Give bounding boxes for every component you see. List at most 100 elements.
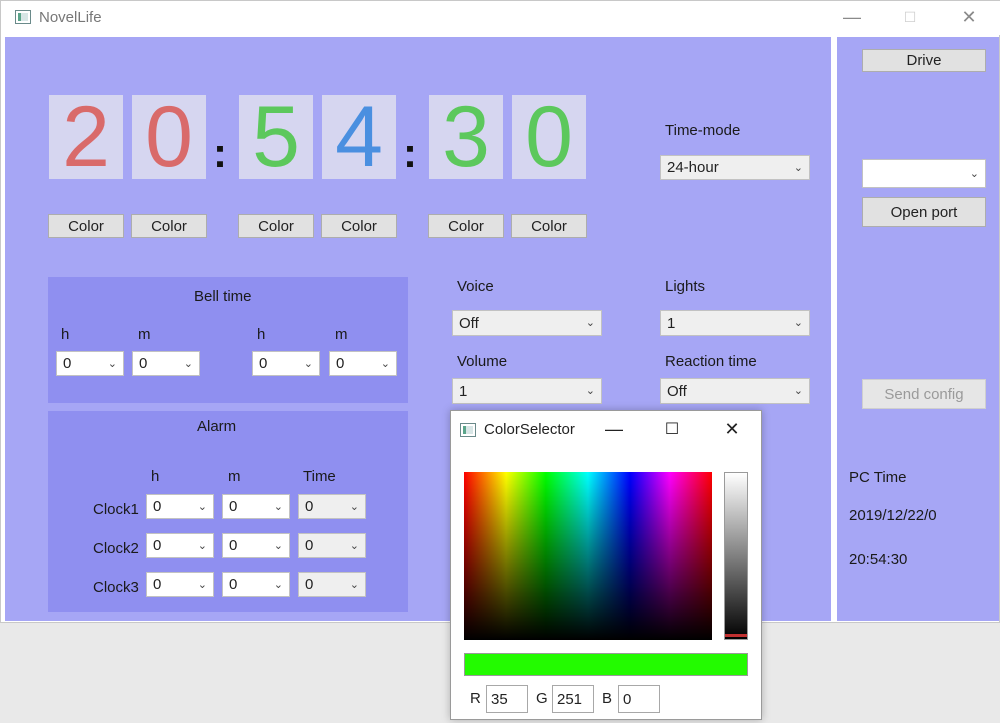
pc-time-value: 20:54:30 xyxy=(849,551,908,568)
digit-second-ones: 0 xyxy=(512,94,586,180)
time-mode-label: Time-mode xyxy=(665,122,741,139)
alarm-col-h: h xyxy=(151,468,160,485)
alarm-clock1-h-value: 0 xyxy=(153,498,162,515)
alarm-col-m: m xyxy=(228,468,241,485)
alarm-clock2-time-select[interactable]: 0 ⌄ xyxy=(298,533,366,558)
lights-label: Lights xyxy=(665,278,706,295)
maximize-icon[interactable]: ☐ xyxy=(895,5,925,29)
chevron-down-icon: ⌄ xyxy=(349,500,359,513)
send-config-button[interactable]: Send config xyxy=(862,379,986,409)
alarm-row-label: Clock2 xyxy=(93,540,139,557)
alarm-clock2-h-select[interactable]: 0 ⌄ xyxy=(146,533,214,558)
color-button-minute-ones[interactable]: Color xyxy=(321,214,397,238)
color-preview-swatch xyxy=(464,653,748,676)
color-button-second-ones[interactable]: Color xyxy=(511,214,587,238)
color-button-minute-tens[interactable]: Color xyxy=(238,214,314,238)
bell-h1-select[interactable]: 0 ⌄ xyxy=(56,351,124,376)
volume-select[interactable]: 1 ⌄ xyxy=(452,378,602,404)
alarm-title: Alarm xyxy=(197,418,237,435)
minimize-icon[interactable]: — xyxy=(599,417,629,441)
time-separator: : xyxy=(213,129,227,176)
minimize-icon[interactable]: — xyxy=(837,5,867,29)
maximize-icon[interactable]: ☐ xyxy=(657,417,687,441)
bell-m1-label: m xyxy=(138,326,151,343)
alarm-clock3-m-select[interactable]: 0 ⌄ xyxy=(222,572,290,597)
b-input[interactable]: 0 xyxy=(618,685,660,713)
chevron-down-icon: ⌄ xyxy=(380,357,390,370)
r-input[interactable]: 35 xyxy=(486,685,528,713)
port-select[interactable]: ⌄ xyxy=(862,159,986,188)
bell-m2-select[interactable]: 0 ⌄ xyxy=(329,351,397,376)
volume-label: Volume xyxy=(457,353,508,370)
alarm-clock1-m-select[interactable]: 0 ⌄ xyxy=(222,494,290,519)
alarm-col-time: Time xyxy=(303,468,336,485)
volume-value: 1 xyxy=(459,382,468,400)
chevron-down-icon: ⌄ xyxy=(107,357,117,370)
title-bar[interactable]: NovelLife — ☐ ✕ xyxy=(1,1,1000,35)
alarm-clock3-time-select[interactable]: 0 ⌄ xyxy=(298,572,366,597)
digit-hour-ones: 0 xyxy=(132,94,206,180)
digit-second-tens: 3 xyxy=(429,94,503,180)
lights-value: 1 xyxy=(667,314,676,332)
alarm-clock1-h-select[interactable]: 0 ⌄ xyxy=(146,494,214,519)
app-window-icon xyxy=(460,423,476,437)
digit-minute-ones: 4 xyxy=(322,94,396,180)
bell-m2-label: m xyxy=(335,326,348,343)
brightness-slider[interactable] xyxy=(724,472,748,640)
alarm-clock2-m-select[interactable]: 0 ⌄ xyxy=(222,533,290,558)
alarm-clock3-m-value: 0 xyxy=(229,576,238,593)
pc-time-label: PC Time xyxy=(849,469,907,486)
bell-h1-label: h xyxy=(61,326,70,343)
window-title: NovelLife xyxy=(39,9,102,26)
bell-m2-value: 0 xyxy=(336,355,345,372)
close-icon[interactable]: ✕ xyxy=(954,5,984,29)
chevron-down-icon: ⌄ xyxy=(183,357,193,370)
b-label: B xyxy=(602,690,613,707)
color-button-second-tens[interactable]: Color xyxy=(428,214,504,238)
color-button-hour-ones[interactable]: Color xyxy=(131,214,207,238)
r-label: R xyxy=(470,690,481,707)
digit-minute-tens: 5 xyxy=(239,94,313,180)
voice-select[interactable]: Off ⌄ xyxy=(452,310,602,336)
bell-h2-value: 0 xyxy=(259,355,268,372)
alarm-clock3-time-value: 0 xyxy=(305,576,314,593)
brightness-slider-handle[interactable] xyxy=(725,634,747,637)
lights-select[interactable]: 1 ⌄ xyxy=(660,310,810,336)
reaction-time-select[interactable]: Off ⌄ xyxy=(660,378,810,404)
hue-saturation-field[interactable] xyxy=(464,472,712,640)
alarm-clock1-m-value: 0 xyxy=(229,498,238,515)
bell-h2-select[interactable]: 0 ⌄ xyxy=(252,351,320,376)
close-icon[interactable]: ✕ xyxy=(717,417,747,441)
chevron-down-icon: ⌄ xyxy=(349,539,359,552)
alarm-clock1-time-select[interactable]: 0 ⌄ xyxy=(298,494,366,519)
time-mode-select[interactable]: 24-hour ⌄ xyxy=(660,155,810,180)
alarm-clock2-h-value: 0 xyxy=(153,537,162,554)
alarm-row-label: Clock3 xyxy=(93,579,139,596)
reaction-time-value: Off xyxy=(667,382,687,400)
alarm-group: Alarm h m Time Clock1 0 ⌄ 0 ⌄ 0 ⌄ Clock2… xyxy=(48,411,408,612)
reaction-time-label: Reaction time xyxy=(665,353,757,370)
alarm-clock3-h-select[interactable]: 0 ⌄ xyxy=(146,572,214,597)
alarm-row-label: Clock1 xyxy=(93,501,139,518)
chevron-down-icon: ⌄ xyxy=(793,161,803,174)
pc-date-value: 2019/12/22/0 xyxy=(849,507,937,524)
color-button-hour-tens[interactable]: Color xyxy=(48,214,124,238)
bell-time-title: Bell time xyxy=(194,288,252,305)
drive-button[interactable]: Drive xyxy=(862,49,986,72)
alarm-clock1-time-value: 0 xyxy=(305,498,314,515)
g-input[interactable]: 251 xyxy=(552,685,594,713)
color-selector-dialog: ColorSelector — ☐ ✕ R 35 G 251 B 0 xyxy=(450,410,762,720)
chevron-down-icon: ⌄ xyxy=(585,384,595,397)
bell-m1-value: 0 xyxy=(139,355,148,372)
g-label: G xyxy=(536,690,548,707)
voice-value: Off xyxy=(459,314,479,332)
time-mode-value: 24-hour xyxy=(667,159,719,176)
chevron-down-icon: ⌄ xyxy=(585,316,595,329)
alarm-clock3-h-value: 0 xyxy=(153,576,162,593)
chevron-down-icon: ⌄ xyxy=(273,500,283,513)
chevron-down-icon: ⌄ xyxy=(793,316,803,329)
chevron-down-icon: ⌄ xyxy=(273,578,283,591)
open-port-button[interactable]: Open port xyxy=(862,197,986,227)
chevron-down-icon: ⌄ xyxy=(197,578,207,591)
bell-m1-select[interactable]: 0 ⌄ xyxy=(132,351,200,376)
